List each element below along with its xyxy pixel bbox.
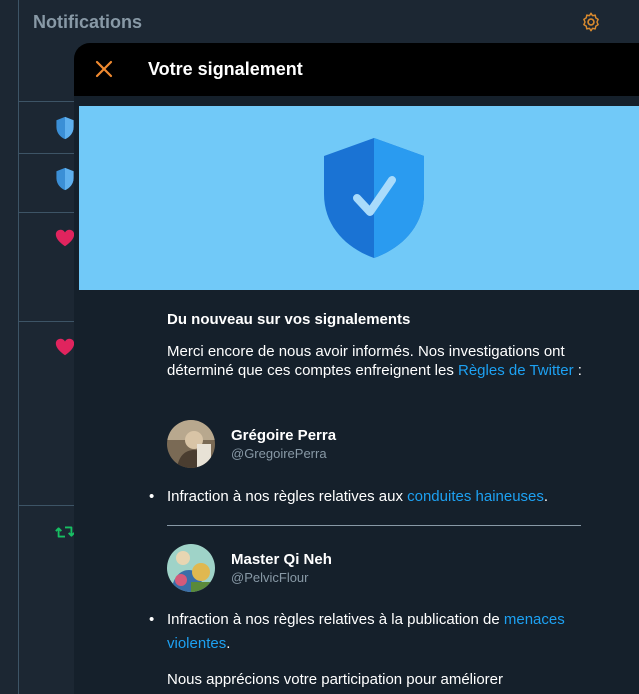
retweet-icon — [55, 526, 75, 538]
report-intro: Merci encore de nous avoir informés. Nos… — [167, 343, 582, 379]
closing-text: Nous apprécions votre participation pour… — [167, 671, 504, 688]
account-info: Master Qi Neh @PelvicFlour — [231, 551, 332, 585]
notifications-title: Notifications — [33, 12, 143, 32]
report-heading: Du nouveau sur vos signalements — [167, 311, 411, 328]
notification-divider — [18, 153, 78, 154]
heart-icon — [55, 338, 75, 356]
violation-item: Infraction à nos règles relatives aux co… — [149, 485, 587, 509]
hateful-conduct-link[interactable]: conduites haineuses — [407, 488, 544, 505]
violation-item: Infraction à nos règles relatives à la p… — [149, 608, 587, 656]
avatar — [167, 420, 215, 468]
report-content: Du nouveau sur vos signalements Merci en… — [167, 311, 587, 380]
shield-icon — [56, 167, 74, 191]
reported-account[interactable]: Grégoire Perra @GregoirePerra — [167, 420, 336, 468]
notification-divider — [18, 101, 78, 102]
modal-title: Votre signalement — [148, 59, 303, 79]
account-name: Grégoire Perra — [231, 427, 337, 444]
notification-divider — [18, 321, 78, 322]
modal-header: Votre signalement — [74, 43, 639, 96]
account-info: Grégoire Perra @GregoirePerra — [231, 427, 336, 461]
heart-icon — [55, 229, 75, 247]
twitter-rules-link[interactable]: Règles de Twitter — [458, 362, 574, 379]
notification-divider — [18, 212, 78, 213]
avatar — [167, 544, 215, 592]
report-modal: Votre signalement Du nouveau sur vos sig… — [74, 43, 639, 694]
shield-check-icon — [324, 138, 424, 258]
notification-divider — [18, 505, 78, 506]
shield-icon — [56, 116, 74, 140]
close-icon[interactable] — [92, 57, 116, 81]
account-name: Master Qi Neh — [231, 551, 332, 568]
report-banner — [79, 106, 639, 290]
account-handle: @GregoirePerra — [231, 446, 327, 461]
gear-icon[interactable] — [580, 11, 602, 33]
account-handle: @PelvicFlour — [231, 570, 309, 585]
reported-account[interactable]: Master Qi Neh @PelvicFlour — [167, 544, 332, 592]
account-divider — [167, 525, 581, 526]
